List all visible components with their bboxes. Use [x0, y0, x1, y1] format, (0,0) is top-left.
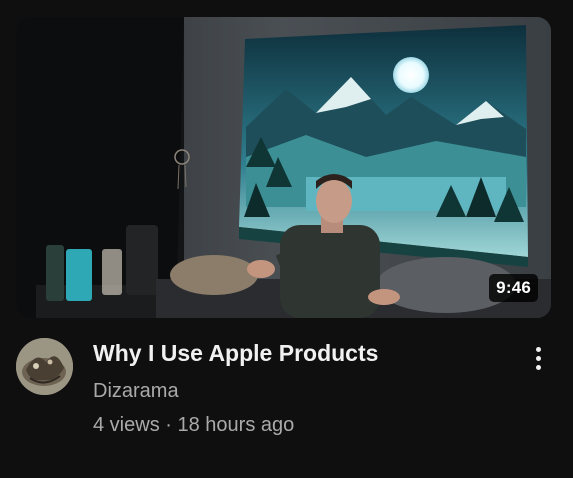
video-card: 9:46 Why I Use Apple Products Dizarama 4…	[0, 0, 573, 478]
channel-name[interactable]: Dizarama	[93, 378, 513, 404]
more-vert-icon[interactable]	[521, 338, 555, 378]
video-title[interactable]: Why I Use Apple Products	[93, 338, 513, 368]
menu-dot	[535, 364, 541, 370]
video-meta: Why I Use Apple Products Dizarama 4 view…	[93, 338, 513, 438]
avatar-image	[16, 338, 73, 395]
duration-badge: 9:46	[489, 274, 538, 302]
channel-avatar[interactable]	[16, 338, 73, 395]
video-thumbnail[interactable]: 9:46	[16, 17, 551, 318]
thumbnail-image	[16, 17, 551, 318]
menu-dot	[535, 346, 541, 352]
menu-dot	[535, 355, 541, 361]
upload-age: 18 hours ago	[177, 414, 295, 436]
meta-separator: ·	[165, 414, 172, 436]
video-stats: 4 views · 18 hours ago	[93, 412, 513, 438]
view-count: 4 views	[93, 414, 160, 436]
